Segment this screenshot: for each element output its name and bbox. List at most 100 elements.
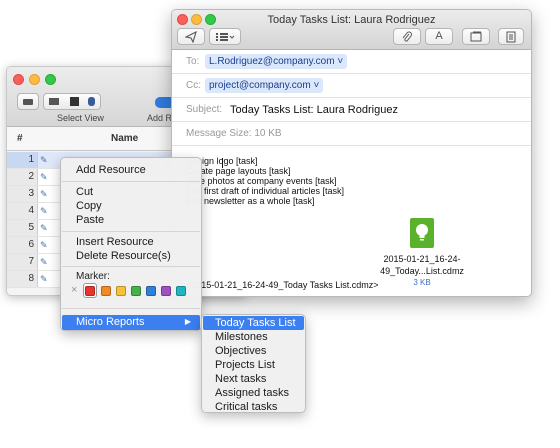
attachment-file-icon[interactable] bbox=[410, 218, 434, 248]
resource-icon: ✎ bbox=[40, 257, 48, 267]
cc-label: Cc: bbox=[186, 80, 201, 91]
menu-separator bbox=[62, 181, 200, 182]
window-title: Today Tasks List: Laura Rodriguez bbox=[267, 14, 436, 26]
to-field-row: To: L.Rodriguez@company.com ˅ bbox=[172, 51, 531, 74]
resource-icon: ✎ bbox=[40, 274, 48, 284]
add-label: Add R bbox=[147, 113, 173, 123]
send-icon bbox=[184, 30, 197, 44]
photo-icon bbox=[470, 31, 482, 42]
folder-toolbar-button[interactable] bbox=[17, 93, 39, 110]
to-address-token[interactable]: L.Rodriguez@company.com ˅ bbox=[205, 54, 348, 69]
close-window-button[interactable] bbox=[13, 74, 24, 85]
header-fields-button[interactable] bbox=[209, 28, 241, 45]
body-line: Edit first draft of individual articles … bbox=[186, 186, 345, 196]
attachment-reference: <2015-01-21_16-24-49_Today Tasks List.cd… bbox=[186, 280, 379, 290]
select-view-label: Select View bbox=[57, 113, 104, 123]
view-icon bbox=[49, 98, 59, 105]
mail-compose-window: Today Tasks List: Laura Rodriguez A To: … bbox=[171, 9, 532, 297]
column-header-name[interactable]: Name bbox=[111, 133, 138, 144]
menu-item-add-resource[interactable]: Add Resource bbox=[76, 164, 146, 176]
column-header-number[interactable]: # bbox=[17, 133, 23, 144]
cc-address-token[interactable]: project@company.com ˅ bbox=[205, 78, 324, 93]
paperclip-icon bbox=[402, 31, 412, 42]
menu-item-insert-resource[interactable]: Insert Resource bbox=[76, 236, 154, 248]
to-address: L.Rodriguez@company.com bbox=[209, 56, 335, 67]
attach-button[interactable] bbox=[393, 28, 421, 45]
attachment-name: 2015-01-21_16-24- bbox=[383, 254, 461, 264]
row-number: 3 bbox=[7, 186, 38, 202]
resource-icon: ✎ bbox=[40, 240, 48, 250]
submenu-item-next-tasks[interactable]: Next tasks bbox=[215, 373, 266, 385]
chevron-down-icon: ˅ bbox=[337, 56, 344, 67]
text-cursor bbox=[222, 158, 223, 168]
row-number: 1 bbox=[7, 152, 38, 168]
photo-browser-button[interactable] bbox=[462, 28, 490, 45]
chevron-down-icon: ˅ bbox=[313, 80, 320, 91]
resource-icon: ✎ bbox=[40, 155, 48, 165]
list-icon bbox=[216, 33, 235, 41]
minimize-window-button[interactable] bbox=[29, 74, 40, 85]
document-icon bbox=[506, 31, 516, 43]
submenu-item-assigned-tasks[interactable]: Assigned tasks bbox=[215, 387, 289, 399]
resource-icon: ✎ bbox=[40, 172, 48, 182]
resource-icon: ✎ bbox=[40, 223, 48, 233]
menu-separator bbox=[62, 231, 200, 232]
select-view-segmented-control[interactable] bbox=[43, 93, 101, 110]
menu-item-paste[interactable]: Paste bbox=[76, 214, 104, 226]
card-view-icon bbox=[70, 97, 79, 106]
micro-reports-label: Micro Reports bbox=[76, 316, 145, 328]
no-marker-option[interactable]: × bbox=[71, 284, 77, 296]
body-line: Edit newsletter as a whole [task] bbox=[186, 196, 315, 206]
row-number: 7 bbox=[7, 254, 38, 270]
resource-icon: ✎ bbox=[40, 189, 48, 199]
submenu-item-today-tasks-list[interactable]: Today Tasks List bbox=[215, 317, 296, 329]
marker-label: Marker: bbox=[76, 271, 110, 282]
row-number: 5 bbox=[7, 220, 38, 236]
person-icon bbox=[88, 97, 95, 106]
body-line: Take photos at company events [task] bbox=[186, 176, 337, 186]
marker-swatch-blue[interactable] bbox=[146, 286, 156, 296]
menu-separator bbox=[62, 308, 200, 309]
resource-icon: ✎ bbox=[40, 206, 48, 216]
font-icon: A bbox=[435, 30, 443, 42]
marker-swatch-yellow[interactable] bbox=[116, 286, 126, 296]
marker-swatch-red[interactable] bbox=[85, 286, 95, 296]
context-menu: Add Resource Cut Copy Paste Insert Resou… bbox=[60, 157, 202, 331]
marker-swatch-green[interactable] bbox=[131, 286, 141, 296]
menu-item-copy[interactable]: Copy bbox=[76, 200, 102, 212]
lightbulb-icon bbox=[416, 224, 428, 241]
subject-label: Subject: bbox=[186, 104, 223, 115]
submenu-item-projects-list[interactable]: Projects List bbox=[215, 359, 275, 371]
menu-item-micro-reports[interactable]: Micro Reports ▶ bbox=[62, 315, 200, 330]
message-size-row: Message Size: 10 KB bbox=[172, 123, 531, 146]
send-button[interactable] bbox=[177, 28, 205, 45]
attachment-name-continued: 49_Today...List.cdmz bbox=[380, 266, 464, 276]
row-number: 2 bbox=[7, 169, 38, 185]
row-number: 8 bbox=[7, 271, 38, 287]
mail-titlebar: Today Tasks List: Laura Rodriguez A bbox=[172, 10, 531, 50]
message-size: Message Size: 10 KB bbox=[186, 128, 282, 139]
subject-field[interactable]: Today Tasks List: Laura Rodriguez bbox=[230, 104, 398, 116]
zoom-window-button[interactable] bbox=[45, 74, 56, 85]
folder-icon bbox=[23, 99, 33, 105]
cc-address: project@company.com bbox=[209, 80, 311, 91]
menu-separator bbox=[62, 266, 200, 267]
menu-item-cut[interactable]: Cut bbox=[76, 186, 93, 198]
marker-swatch-teal[interactable] bbox=[176, 286, 186, 296]
submenu-item-critical-tasks[interactable]: Critical tasks bbox=[215, 401, 277, 413]
row-number: 4 bbox=[7, 203, 38, 219]
subject-field-row[interactable]: Subject: Today Tasks List: Laura Rodrigu… bbox=[172, 99, 531, 122]
submenu-arrow-icon: ▶ bbox=[184, 317, 191, 326]
menu-item-delete-resource[interactable]: Delete Resource(s) bbox=[76, 250, 171, 262]
row-number: 6 bbox=[7, 237, 38, 253]
cc-field-row: Cc: project@company.com ˅ bbox=[172, 75, 531, 98]
font-button[interactable]: A bbox=[425, 28, 453, 45]
stationery-button[interactable] bbox=[498, 28, 524, 45]
micro-reports-submenu: Today Tasks List Milestones Objectives P… bbox=[201, 314, 306, 413]
submenu-item-objectives[interactable]: Objectives bbox=[215, 345, 266, 357]
attachment-size: 3 KB bbox=[413, 278, 431, 287]
to-label: To: bbox=[186, 56, 200, 67]
submenu-item-milestones[interactable]: Milestones bbox=[215, 331, 268, 343]
marker-swatch-orange[interactable] bbox=[101, 286, 111, 296]
marker-swatch-purple[interactable] bbox=[161, 286, 171, 296]
